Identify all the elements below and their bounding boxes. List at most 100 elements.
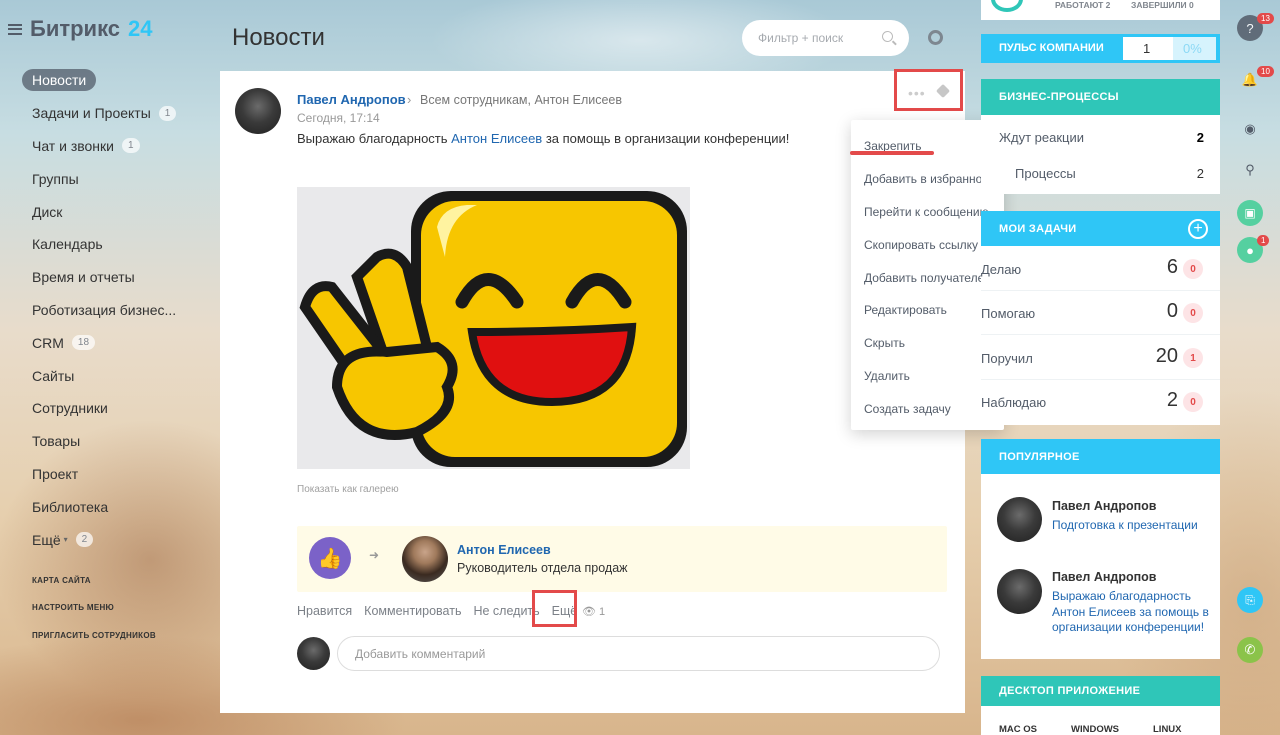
nav-badge: 1 <box>121 138 140 154</box>
bell-badge: 10 <box>1257 66 1274 77</box>
popular-author[interactable]: Павел Андропов <box>1052 499 1156 513</box>
post-text: Выражаю благодарность Антон Елисеев за п… <box>297 131 790 146</box>
nav-item-project[interactable]: Проект <box>22 458 212 491</box>
task-row-assigned[interactable]: Поручил 20 1 <box>981 336 1220 380</box>
nav-item-news[interactable]: Новости <box>22 64 212 97</box>
search-placeholder: Фильтр + поиск <box>758 31 844 45</box>
nav-item-robotization[interactable]: Роботизация бизнес... <box>22 294 212 327</box>
popular-widget: ПОПУЛЯРНОЕ Павел Андропов Подготовка к п… <box>981 439 1220 659</box>
search-icon[interactable] <box>882 31 893 42</box>
grat-recipient-position: Руководитель отдела продаж <box>457 561 628 575</box>
arrow-right-icon: ➜ <box>369 548 380 562</box>
views-count: 👁 1 <box>582 606 606 618</box>
post-date[interactable]: Сегодня, 17:14 <box>297 111 380 125</box>
pin-underline-highlight <box>850 151 934 155</box>
like-button[interactable]: Нравится <box>297 604 352 618</box>
grat-recipient-name[interactable]: Антон Елисеев <box>457 543 551 557</box>
menu-burger-icon[interactable] <box>8 23 22 35</box>
add-task-icon[interactable]: + <box>1188 219 1208 239</box>
business-processes-widget: БИЗНЕС-ПРОЦЕССЫ Ждут реакции 2 Процессы … <box>981 79 1220 194</box>
nav-item-groups[interactable]: Группы <box>22 162 212 195</box>
search-icon[interactable]: ⚲ <box>1237 157 1263 183</box>
nav-badge: 1 <box>158 105 177 121</box>
logo-name: Битрикс <box>30 16 121 41</box>
task-badge: 0 <box>1183 303 1203 323</box>
windows-link[interactable]: WINDOWS <box>1071 724 1119 735</box>
invite-link[interactable]: ПРИГЛАСИТЬ СОТРУДНИКОВ <box>32 631 156 640</box>
nav-item-more[interactable]: Ещё ▾ 2 <box>22 523 212 556</box>
nav-item-library[interactable]: Библиотека <box>22 490 212 523</box>
pulse-title: ПУЛЬС КОМПАНИИ <box>999 42 1104 54</box>
tasks-title: МОИ ЗАДАЧИ <box>981 211 1220 246</box>
app-logo[interactable]: Битрикс 24 <box>8 16 153 42</box>
nav-item-crm[interactable]: CRM 18 <box>22 326 212 359</box>
post-author[interactable]: Павел Андропов <box>297 92 406 107</box>
task-row-watching[interactable]: Наблюдаю 2 0 <box>981 380 1220 424</box>
screen-share-icon[interactable]: ⎘ <box>1237 587 1263 613</box>
author-avatar[interactable] <box>235 88 281 134</box>
nav-item-employees[interactable]: Сотрудники <box>22 392 212 425</box>
phone-icon[interactable]: ✆ <box>1237 637 1263 663</box>
more-button-highlight <box>532 590 577 627</box>
pulse-values: 1 0% <box>1123 37 1216 60</box>
gratitude-block: 👍 ➜ Антон Елисеев Руководитель отдела пр… <box>297 526 947 592</box>
task-row-doing[interactable]: Делаю 6 0 <box>981 247 1220 291</box>
macos-link[interactable]: MAC OS <box>999 724 1037 735</box>
mention-link[interactable]: Антон Елисеев <box>451 131 542 146</box>
bp-title: БИЗНЕС-ПРОЦЕССЫ <box>981 79 1220 115</box>
dots-highlight <box>894 69 963 111</box>
nav-item-disk[interactable]: Диск <box>22 195 212 228</box>
current-user-avatar <box>297 637 330 670</box>
linux-link[interactable]: LINUX <box>1153 724 1182 735</box>
thumbs-up-icon: 👍 <box>309 537 351 579</box>
comment-input[interactable]: Добавить комментарий <box>337 636 940 671</box>
show-as-gallery-link[interactable]: Показать как галерею <box>297 484 399 495</box>
popular-avatar[interactable] <box>997 497 1042 542</box>
nav-item-sites[interactable]: Сайты <box>22 359 212 392</box>
nav-item-chat[interactable]: Чат и звонки 1 <box>22 130 212 163</box>
pulse-widget[interactable]: ПУЛЬС КОМПАНИИ 1 0% <box>981 34 1220 63</box>
task-badge: 1 <box>1183 348 1203 368</box>
popular-post-link[interactable]: Выражаю благодарность Антон Елисеев за п… <box>1052 589 1212 636</box>
chat-icon[interactable]: ◉ <box>1237 116 1263 142</box>
done-count: ЗАВЕРШИЛИ 0 <box>1131 0 1194 10</box>
nav-badge: 18 <box>71 335 96 351</box>
task-badge: 0 <box>1183 259 1203 279</box>
post-destination[interactable]: Всем сотрудникам, Антон Елисеев <box>420 93 622 107</box>
smiley-image <box>299 191 687 467</box>
popular-avatar[interactable] <box>997 569 1042 614</box>
search-input[interactable]: Фильтр + поиск <box>742 20 909 56</box>
page-title: Новости <box>232 24 325 51</box>
left-menu: Новости Задачи и Проекты 1 Чат и звонки 1 … <box>22 64 212 556</box>
work-stats-widget: РАБОТАЮТ 2 ЗАВЕРШИЛИ 0 <box>981 0 1220 20</box>
nav-item-products[interactable]: Товары <box>22 425 212 458</box>
logo-number: 24 <box>128 16 153 41</box>
comment-button[interactable]: Комментировать <box>364 604 461 618</box>
post-image[interactable] <box>297 187 690 469</box>
gear-icon[interactable] <box>928 30 943 45</box>
work-day-circle-icon <box>991 0 1023 12</box>
popular-author[interactable]: Павел Андропов <box>1052 570 1156 584</box>
pulse-percent: 0% <box>1183 41 1202 56</box>
task-row-helping[interactable]: Помогаю 0 0 <box>981 291 1220 335</box>
eye-icon: 👁 <box>582 606 596 618</box>
nav-item-tasks[interactable]: Задачи и Проекты 1 <box>22 97 212 130</box>
video-call-icon[interactable]: ▣ <box>1237 200 1263 226</box>
nav-badge: 2 <box>75 532 94 548</box>
pulse-value: 1 <box>1143 41 1151 56</box>
desktop-title: ДЕСКТОП ПРИЛОЖЕНИЕ <box>981 676 1220 706</box>
help-badge: 13 <box>1257 13 1274 24</box>
popular-post-link[interactable]: Подготовка к презентации <box>1052 518 1212 534</box>
configure-menu-link[interactable]: НАСТРОИТЬ МЕНЮ <box>32 603 114 612</box>
popular-title: ПОПУЛЯРНОЕ <box>981 439 1220 474</box>
recipient-avatar[interactable] <box>402 536 448 582</box>
unfollow-button[interactable]: Не следить <box>473 604 539 618</box>
nav-item-calendar[interactable]: Календарь <box>22 228 212 261</box>
nav-item-time[interactable]: Время и отчеты <box>22 261 212 294</box>
desktop-app-widget: ДЕСКТОП ПРИЛОЖЕНИЕ MAC OS WINDOWS LINUX <box>981 676 1220 735</box>
arrow-right-icon: › <box>407 92 412 107</box>
sitemap-link[interactable]: КАРТА САЙТА <box>32 576 91 585</box>
working-count: РАБОТАЮТ 2 <box>1055 0 1111 10</box>
my-tasks-widget: МОИ ЗАДАЧИ + Делаю 6 0 Помогаю 0 0 Поручил 20… <box>981 211 1220 425</box>
task-badge: 0 <box>1183 392 1203 412</box>
